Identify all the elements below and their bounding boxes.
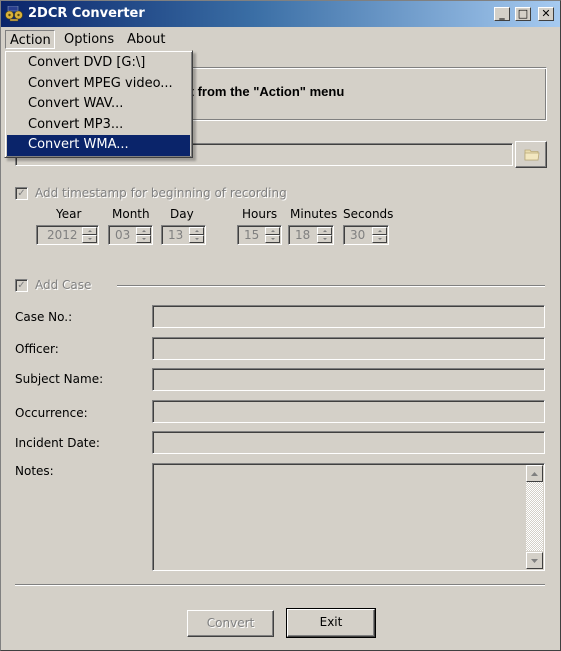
action-menu-dropdown: Convert DVD [G:\] Convert MPEG video... … — [4, 50, 193, 158]
month-label: Month — [112, 207, 150, 221]
seconds-spinner[interactable]: 30 — [343, 225, 389, 245]
day-down-arrow-icon[interactable] — [189, 235, 204, 243]
subject-name-label: Subject Name: — [15, 372, 104, 386]
case-separator — [117, 285, 545, 287]
officer-label: Officer: — [15, 342, 59, 356]
seconds-up-arrow-icon[interactable] — [372, 227, 387, 235]
seconds-down-arrow-icon[interactable] — [372, 235, 387, 243]
scroll-up-button[interactable] — [526, 465, 543, 482]
scroll-down-arrow-icon — [531, 559, 538, 563]
minutes-label: Minutes — [290, 207, 338, 221]
scroll-down-button[interactable] — [526, 552, 543, 569]
notes-label: Notes: — [15, 464, 54, 478]
menu-action[interactable]: Action — [5, 30, 55, 49]
maximize-button[interactable]: □ — [515, 7, 531, 21]
hours-spinner[interactable]: 15 — [237, 225, 282, 245]
month-up-arrow-icon[interactable] — [136, 227, 151, 235]
browse-button[interactable] — [515, 141, 547, 168]
reel-to-reel-tape-icon — [5, 6, 23, 22]
notes-textarea[interactable] — [152, 463, 545, 571]
minutes-down-arrow-icon[interactable] — [317, 235, 332, 243]
occurrence-input[interactable] — [152, 400, 545, 423]
subject-name-input[interactable] — [152, 368, 545, 391]
hours-up-arrow-icon[interactable] — [265, 227, 280, 235]
hours-label: Hours — [242, 207, 278, 221]
day-spinner[interactable]: 13 — [161, 225, 206, 245]
day-up-arrow-icon[interactable] — [189, 227, 204, 235]
exit-button[interactable]: Exit — [286, 608, 376, 638]
scroll-up-arrow-icon — [531, 472, 538, 476]
convert-button[interactable]: Convert — [187, 610, 274, 637]
menu-options[interactable]: Options — [60, 30, 118, 49]
occurrence-label: Occurrence: — [15, 406, 88, 420]
minutes-up-arrow-icon[interactable] — [317, 227, 332, 235]
hours-down-arrow-icon[interactable] — [265, 235, 280, 243]
incident-date-label: Incident Date: — [15, 436, 100, 450]
year-down-arrow-icon[interactable] — [82, 235, 97, 243]
menu-item-convert-dvd[interactable]: Convert DVD [G:\] — [7, 53, 190, 74]
menu-item-convert-mp3[interactable]: Convert MP3... — [7, 115, 190, 136]
minutes-spinner[interactable]: 18 — [288, 225, 334, 245]
title-bar[interactable]: 2DCR Converter _ □ ✕ — [1, 1, 560, 27]
close-button[interactable]: ✕ — [538, 7, 554, 21]
officer-input[interactable] — [152, 337, 545, 360]
maximize-icon: □ — [517, 7, 529, 20]
month-spinner[interactable]: 03 — [108, 225, 153, 245]
add-case-checkbox[interactable]: ✓ — [15, 279, 28, 292]
menu-item-convert-wav[interactable]: Convert WAV... — [7, 94, 190, 115]
seconds-label: Seconds — [343, 207, 394, 221]
main-window: 2DCR Converter _ □ ✕ Action Options Abou… — [0, 0, 561, 651]
case-no-label: Case No.: — [15, 310, 73, 324]
year-label: Year — [56, 207, 82, 221]
day-label: Day — [170, 207, 194, 221]
year-up-arrow-icon[interactable] — [82, 227, 97, 235]
minimize-button[interactable]: _ — [494, 7, 510, 21]
menu-about[interactable]: About — [123, 30, 169, 49]
year-spinner[interactable]: 2012 — [36, 225, 99, 245]
timestamp-checkbox-label: Add timestamp for beginning of recording — [35, 186, 287, 200]
bottom-separator — [15, 584, 545, 586]
timestamp-checkbox[interactable]: ✓ — [15, 187, 28, 200]
menu-item-convert-wma[interactable]: Convert WMA... — [7, 135, 190, 156]
close-icon: ✕ — [541, 7, 551, 20]
window-title: 2DCR Converter — [28, 6, 145, 21]
month-down-arrow-icon[interactable] — [136, 235, 151, 243]
minimize-icon: _ — [499, 7, 505, 20]
incident-date-input[interactable] — [152, 431, 545, 454]
folder-icon — [524, 149, 540, 161]
menu-item-convert-mpeg[interactable]: Convert MPEG video... — [7, 74, 190, 95]
notes-scrollbar-track[interactable] — [526, 482, 543, 551]
case-no-input[interactable] — [152, 305, 545, 328]
add-case-checkbox-label: Add Case — [35, 278, 92, 292]
menu-bar: Action Options About — [1, 28, 560, 50]
